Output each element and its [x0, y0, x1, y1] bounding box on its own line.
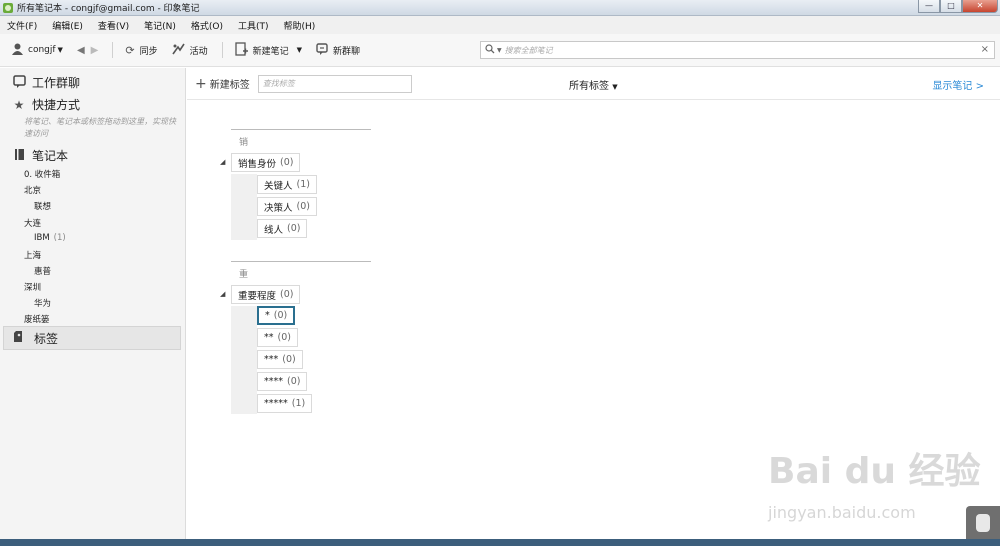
- new-tag-label: 新建标签: [209, 80, 250, 91]
- close-button[interactable]: ✕: [962, 0, 998, 13]
- notebook-item[interactable]: 上海: [24, 249, 41, 261]
- group-divider: [231, 129, 371, 130]
- tag-item[interactable]: ** (0): [257, 328, 298, 347]
- show-notes-link[interactable]: 显示笔记 >: [932, 77, 984, 92]
- chat-icon: [12, 74, 26, 91]
- new-chat-label: 新群聊: [333, 46, 361, 57]
- baidu-watermark: Bai du 经验: [768, 451, 981, 492]
- menu-help[interactable]: 帮助(H): [284, 19, 316, 32]
- menu-view[interactable]: 查看(V): [98, 19, 129, 32]
- tag-item-selected[interactable]: * (0): [257, 306, 296, 325]
- sidebar-item-label: 笔记本: [32, 149, 69, 163]
- toolbar-divider: [221, 42, 223, 58]
- tag-item[interactable]: 决策人 (0): [257, 197, 317, 216]
- user-name: congjf: [28, 45, 56, 55]
- activity-icon: [171, 43, 185, 58]
- collapse-triangle-icon[interactable]: ◢: [220, 158, 225, 166]
- user-icon: [12, 43, 23, 58]
- tag-item[interactable]: 关键人 (1): [257, 175, 317, 194]
- title-bar: 所有笔记本 - congjf@gmail.com - 印象笔记 — □ ✕: [0, 0, 1000, 16]
- sidebar: 工作群聊 ★ 快捷方式 将笔记、笔记本或标签拖动到这里，实现快速访问 笔记本 0…: [0, 68, 186, 546]
- all-tags-dropdown[interactable]: 所有标签 ▼: [569, 77, 618, 92]
- menu-edit[interactable]: 编辑(E): [52, 19, 83, 32]
- window-title: 所有笔记本 - congjf@gmail.com - 印象笔记: [17, 4, 200, 14]
- chevron-down-icon[interactable]: ▼: [497, 47, 502, 54]
- user-menu-button[interactable]: congjf ▼: [12, 43, 63, 58]
- new-note-icon: [234, 41, 248, 59]
- tag-search-input[interactable]: [257, 74, 412, 93]
- notebook-item[interactable]: 北京: [24, 184, 41, 196]
- group-letter: 重: [239, 270, 249, 280]
- chat-icon: [316, 42, 328, 58]
- windows-taskbar: [0, 539, 1000, 546]
- search-icon[interactable]: [485, 43, 495, 57]
- new-chat-button[interactable]: 新群聊: [316, 42, 361, 58]
- search-box[interactable]: ▼ ×: [480, 41, 995, 59]
- sidebar-item-label: 工作群聊: [32, 76, 81, 90]
- tags-header: + 新建标签 所有标签 ▼ 显示笔记 >: [187, 68, 1000, 100]
- notebook-item[interactable]: IBM (1): [34, 233, 66, 243]
- notebook-icon: [12, 148, 26, 164]
- tag-item[interactable]: ***** (1): [257, 394, 313, 413]
- tag-item[interactable]: **** (0): [257, 372, 308, 391]
- group-divider: [231, 261, 371, 262]
- activity-button[interactable]: 活动: [171, 43, 208, 58]
- group-letter: 销: [239, 138, 249, 148]
- menu-format[interactable]: 格式(O): [191, 19, 223, 32]
- evernote-app-icon: [3, 2, 13, 13]
- minimize-button[interactable]: —: [918, 0, 940, 13]
- plus-icon: +: [195, 75, 207, 92]
- back-arrow-icon[interactable]: ◀: [77, 45, 85, 56]
- all-tags-label: 所有标签: [569, 81, 609, 92]
- sidebar-item-tags[interactable]: 标签: [3, 326, 181, 350]
- tag-item[interactable]: 重要程度 (0): [231, 285, 301, 304]
- chevron-down-icon[interactable]: ▼: [297, 46, 302, 54]
- search-input[interactable]: [504, 45, 975, 55]
- activity-label: 活动: [189, 46, 208, 57]
- sync-icon: ⟳: [125, 43, 135, 57]
- maximize-button[interactable]: □: [940, 0, 962, 13]
- menu-tools[interactable]: 工具(T): [238, 19, 269, 32]
- new-note-label: 新建笔记: [252, 46, 289, 57]
- new-tag-button[interactable]: + 新建标签: [195, 76, 250, 92]
- chevron-down-icon: ▼: [612, 83, 618, 91]
- collapse-triangle-icon[interactable]: ◢: [220, 290, 225, 298]
- window-controls: — □ ✕: [918, 0, 998, 14]
- sidebar-item-label: 快捷方式: [32, 98, 81, 112]
- sidebar-item-work-chat[interactable]: 工作群聊: [12, 74, 80, 91]
- baidu-watermark-url: jingyan.baidu.com: [768, 503, 916, 522]
- new-note-button[interactable]: 新建笔记 ▼: [234, 41, 302, 59]
- notebook-item[interactable]: 0. 收件箱: [24, 168, 60, 180]
- notebook-item[interactable]: 废纸篓: [24, 313, 50, 325]
- sidebar-item-notebooks[interactable]: 笔记本: [12, 147, 68, 164]
- toolbar: congjf ▼ ◀ ▶ ⟳ 同步 活动 新建笔记 ▼ 新群聊 ▼ ×: [0, 34, 1000, 67]
- clear-icon[interactable]: ×: [981, 44, 989, 55]
- shortcuts-hint: 将笔记、笔记本或标签拖动到这里，实现快速访问: [24, 117, 176, 138]
- menu-bar: 文件(F) 编辑(E) 查看(V) 笔记(N) 格式(O) 工具(T) 帮助(H…: [0, 16, 1000, 34]
- sidebar-item-shortcuts[interactable]: ★ 快捷方式: [12, 96, 80, 113]
- tag-item[interactable]: 线人 (0): [257, 219, 308, 238]
- phone-icon[interactable]: [966, 506, 1000, 542]
- sidebar-item-label: 标签: [34, 331, 59, 346]
- menu-note[interactable]: 笔记(N): [144, 19, 176, 32]
- tag-item[interactable]: 销售身份 (0): [231, 153, 301, 172]
- children-indent: [231, 306, 257, 414]
- notebook-item[interactable]: 华为: [34, 297, 51, 309]
- star-icon: ★: [13, 97, 25, 112]
- sync-button[interactable]: ⟳ 同步: [125, 44, 157, 57]
- menu-file[interactable]: 文件(F): [7, 19, 37, 32]
- forward-arrow-icon[interactable]: ▶: [91, 45, 99, 56]
- tag-item[interactable]: *** (0): [257, 350, 303, 369]
- tag-icon: [14, 330, 26, 346]
- sync-label: 同步: [139, 46, 158, 57]
- chevron-down-icon: ▼: [57, 46, 63, 54]
- notebook-item[interactable]: 联想: [34, 200, 51, 212]
- notebook-item[interactable]: 深圳: [24, 281, 41, 293]
- notebook-item[interactable]: 惠普: [34, 265, 51, 277]
- note-count: (1): [53, 233, 66, 243]
- notebook-item[interactable]: 大连: [24, 217, 41, 229]
- children-indent: [231, 174, 257, 240]
- toolbar-divider: [112, 42, 114, 58]
